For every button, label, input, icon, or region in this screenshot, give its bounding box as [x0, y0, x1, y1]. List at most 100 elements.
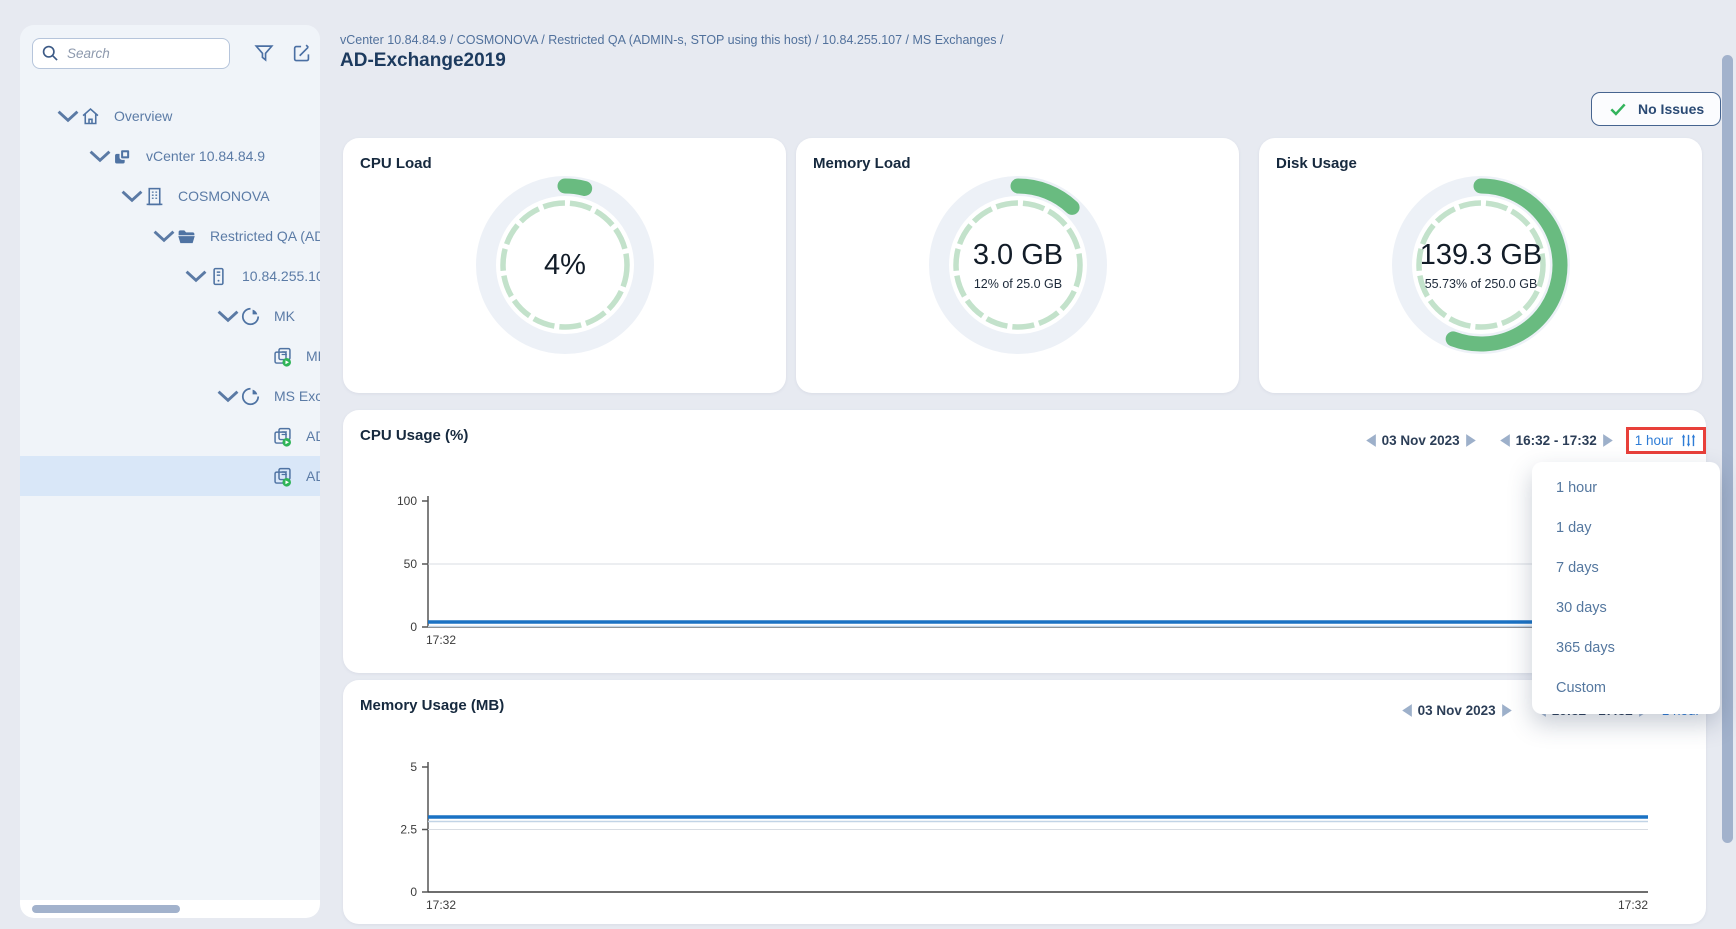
vm-running-icon: [272, 426, 293, 447]
chevron-down-icon[interactable]: [216, 308, 240, 324]
folder-icon: [176, 226, 197, 247]
sidebar-panel: Overview vCenter 10.84.84.9 COSMONOVA Re…: [20, 25, 320, 918]
svg-text:0: 0: [410, 885, 417, 899]
search-box: [32, 38, 230, 69]
tree-item-label: MK: [306, 348, 320, 364]
gauge-subtext: 12% of 25.0 GB: [974, 277, 1062, 291]
vertical-scrollbar-thumb[interactable]: [1722, 55, 1733, 843]
interval-label: 1 hour: [1635, 433, 1673, 448]
sidebar-item-ad[interactable]: AD: [20, 416, 320, 456]
vcenter-icon: [112, 146, 133, 167]
tree-item-label: 10.84.255.10: [242, 268, 320, 284]
tree-item-label: COSMONOVA: [178, 188, 270, 204]
gauge-subtext: 55.73% of 250.0 GB: [1425, 277, 1538, 291]
memory-load-card: Memory Load 3.0 GB 12% of 25.0 GB: [796, 138, 1239, 393]
chevron-down-icon[interactable]: [152, 228, 176, 244]
status-badge[interactable]: No Issues: [1591, 92, 1721, 126]
gauge-value: 3.0 GB: [973, 239, 1063, 272]
interval-option[interactable]: Custom: [1532, 668, 1720, 708]
cpu-chart-time-nav: 03 Nov 2023 16:32 - 17:32 1 hour: [1359, 424, 1706, 456]
datacenter-icon: [144, 186, 165, 207]
previous-date-button[interactable]: [1364, 433, 1377, 448]
filter-button[interactable]: [253, 42, 275, 67]
search-input[interactable]: [32, 38, 230, 69]
interval-option[interactable]: 365 days: [1532, 628, 1720, 668]
chevron-down-icon[interactable]: [88, 148, 112, 164]
chevron-down-icon[interactable]: [184, 268, 208, 284]
date-label: 03 Nov 2023: [1418, 703, 1496, 718]
previous-time-button[interactable]: [1498, 433, 1511, 448]
svg-text:2.5: 2.5: [400, 823, 417, 837]
time-range-label: 16:32 - 17:32: [1516, 433, 1597, 448]
svg-text:100: 100: [397, 494, 417, 508]
tree-item-label: Overview: [114, 108, 172, 124]
chevron-down-icon[interactable]: [216, 388, 240, 404]
interval-option[interactable]: 1 day: [1532, 508, 1720, 548]
interval-button[interactable]: 1 hour: [1629, 430, 1703, 451]
svg-text:17:32: 17:32: [426, 633, 456, 647]
sidebar-scrollbar-thumb[interactable]: [32, 905, 180, 913]
chart-title: Memory Usage (MB): [360, 697, 504, 714]
chart-title: CPU Usage (%): [360, 427, 468, 444]
vm-running-icon: [272, 466, 293, 487]
date-label: 03 Nov 2023: [1382, 433, 1460, 448]
sidebar-horizontal-scrollbar[interactable]: [20, 900, 320, 918]
next-time-button[interactable]: [1602, 433, 1615, 448]
memory-usage-chart-card: Memory Usage (MB) 03 Nov 2023 16:32 - 17…: [343, 680, 1706, 924]
interval-option[interactable]: 7 days: [1532, 548, 1720, 588]
page-title: AD-Exchange2019: [340, 50, 506, 72]
sidebar-item-cosmonova[interactable]: COSMONOVA: [20, 176, 320, 216]
sidebar-toolbar: [32, 37, 308, 69]
disk-usage-card: Disk Usage 139.3 GB 55.73% of 250.0 GB: [1259, 138, 1702, 393]
next-date-button[interactable]: [1501, 703, 1514, 718]
interval-dropdown-menu: 1 hour1 day7 days30 days365 daysCustom: [1532, 462, 1720, 714]
sidebar-item-mk[interactable]: MK: [20, 296, 320, 336]
cpu-usage-chart-card: CPU Usage (%) 03 Nov 2023 16:32 - 17:32 …: [343, 410, 1706, 673]
home-icon: [80, 106, 101, 127]
sliders-icon: [1680, 432, 1697, 449]
resource-pool-icon: [240, 306, 261, 327]
tree-item-label: AD: [306, 468, 320, 484]
compose-icon: [291, 42, 313, 64]
cpu-load-card: CPU Load 4%: [343, 138, 786, 393]
chevron-down-icon[interactable]: [120, 188, 144, 204]
svg-text:5: 5: [410, 760, 417, 774]
check-icon: [1608, 99, 1628, 119]
svg-text:17:32: 17:32: [426, 898, 456, 912]
vm-running-icon: [272, 346, 293, 367]
next-date-button[interactable]: [1465, 433, 1478, 448]
sidebar-item-ms-exc[interactable]: MS Exc: [20, 376, 320, 416]
tree-item-label: vCenter 10.84.84.9: [146, 148, 265, 164]
chevron-down-icon[interactable]: [56, 108, 80, 124]
svg-text:0: 0: [410, 620, 417, 634]
interval-highlight-box: 1 hour: [1626, 427, 1706, 454]
interval-option[interactable]: 1 hour: [1532, 468, 1720, 508]
sidebar-item-vcenter-10-84-84-9[interactable]: vCenter 10.84.84.9: [20, 136, 320, 176]
sidebar-item-ad[interactable]: AD: [20, 456, 320, 496]
status-badge-label: No Issues: [1638, 101, 1704, 117]
sidebar-item-mk[interactable]: MK: [20, 336, 320, 376]
tree-item-label: Restricted QA (AD: [210, 228, 320, 244]
sidebar-tree: Overview vCenter 10.84.84.9 COSMONOVA Re…: [20, 96, 320, 496]
breadcrumb[interactable]: vCenter 10.84.84.9 / COSMONOVA / Restric…: [340, 33, 1004, 47]
resource-pool-icon: [240, 386, 261, 407]
search-icon: [40, 43, 60, 63]
filter-icon: [253, 42, 275, 64]
sidebar-item-overview[interactable]: Overview: [20, 96, 320, 136]
gauge-value: 4%: [544, 249, 586, 282]
sidebar-item-10-84-255-10[interactable]: 10.84.255.10: [20, 256, 320, 296]
interval-option[interactable]: 30 days: [1532, 588, 1720, 628]
tree-item-label: MS Exc: [274, 388, 320, 404]
svg-text:17:32: 17:32: [1618, 898, 1648, 912]
svg-text:50: 50: [404, 557, 418, 571]
previous-date-button[interactable]: [1400, 703, 1413, 718]
compose-button[interactable]: [291, 42, 313, 67]
card-title: CPU Load: [360, 155, 432, 172]
tree-item-label: MK: [274, 308, 295, 324]
host-icon: [208, 266, 229, 287]
card-title: Disk Usage: [1276, 155, 1357, 172]
card-title: Memory Load: [813, 155, 911, 172]
sidebar-item-restricted-qa-ad[interactable]: Restricted QA (AD: [20, 216, 320, 256]
tree-item-label: AD: [306, 428, 320, 444]
gauge-value: 139.3 GB: [1420, 239, 1543, 272]
